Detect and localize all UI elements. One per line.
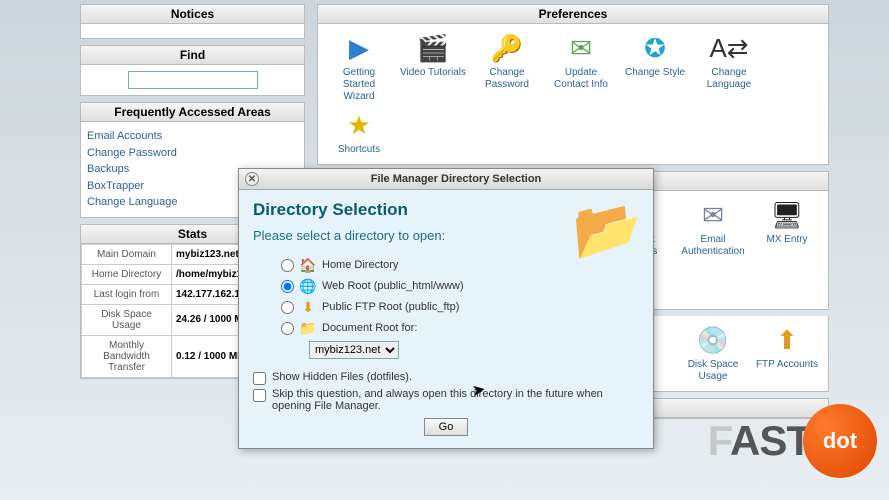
brand-logo: FAST dot	[708, 404, 877, 478]
change-language-label: Change Language	[696, 67, 762, 91]
video-tutorials-icon: 🎬	[417, 32, 449, 64]
radio-webroot[interactable]	[281, 280, 294, 293]
notices-header: Notices	[81, 5, 304, 24]
radio-ftproot[interactable]	[281, 301, 294, 314]
stats-label: Monthly Bandwidth Transfer	[82, 335, 172, 377]
stats-label: Disk Space Usage	[82, 304, 172, 335]
mx-entry[interactable]: 🖥 MX Entry	[752, 197, 822, 303]
change-language-icon: A⇄	[713, 32, 745, 64]
radio-home[interactable]	[281, 259, 294, 272]
disk-space-icon: 💿	[697, 324, 729, 356]
video-tutorials-label: Video Tutorials	[400, 67, 466, 79]
folder-small-icon: 📁	[300, 320, 316, 336]
update-contact-icon: ✉	[565, 32, 597, 64]
video-tutorials[interactable]: 🎬 Video Tutorials	[398, 30, 468, 105]
stats-label: Main Domain	[82, 244, 172, 264]
change-password-label: Change Password	[474, 67, 540, 91]
faa-link-0[interactable]: Email Accounts	[87, 128, 298, 145]
getting-started-icon: ▶	[343, 32, 375, 64]
go-button[interactable]: Go	[424, 418, 469, 436]
faa-link-1[interactable]: Change Password	[87, 145, 298, 162]
shortcuts-icon: ★	[343, 109, 375, 141]
home-icon: 🏠	[300, 257, 316, 273]
change-password-icon: 🔑	[491, 32, 523, 64]
stats-label: Home Directory	[82, 264, 172, 284]
ftp-icon: ⬇	[300, 299, 316, 315]
find-panel: Find	[80, 45, 305, 96]
globe-icon: 🌐	[300, 278, 316, 294]
email-auth-icon: ✉	[697, 199, 729, 231]
mx-entry-icon: 🖥	[771, 199, 803, 231]
shortcuts-label: Shortcuts	[326, 144, 392, 156]
change-language[interactable]: A⇄ Change Language	[694, 30, 764, 105]
notices-panel: Notices	[80, 4, 305, 39]
faa-header: Frequently Accessed Areas	[81, 103, 304, 122]
prefs-panel: Preferences ▶Getting Started Wizard 🎬 Vide…	[317, 4, 829, 165]
update-contact-label: Update Contact Info	[548, 67, 614, 91]
opt-home-label: Home Directory	[322, 259, 398, 271]
show-hidden-label: Show Hidden Files (dotfiles).	[272, 371, 412, 383]
prefs-header: Preferences	[318, 5, 828, 24]
getting-started-label: Getting Started Wizard	[326, 67, 392, 103]
opt-ftproot-label: Public FTP Root (public_ftp)	[322, 301, 459, 313]
disk-space[interactable]: 💿 Disk Space Usage	[678, 322, 748, 385]
mx-entry-label: MX Entry	[754, 234, 820, 246]
skip-question-checkbox[interactable]	[253, 389, 266, 402]
email-auth-label: Email Authentication	[680, 234, 746, 258]
skip-question-label: Skip this question, and always open this…	[272, 388, 639, 412]
change-style-icon: ✪	[639, 32, 671, 64]
find-header: Find	[81, 46, 304, 65]
ftp-accounts-icon: ⬆	[771, 324, 803, 356]
docroot-select[interactable]: mybiz123.net	[309, 341, 399, 359]
stats-label: Last login from	[82, 284, 172, 304]
opt-docroot-label: Document Root for:	[322, 322, 417, 334]
radio-docroot[interactable]	[281, 322, 294, 335]
find-input[interactable]	[128, 71, 258, 89]
change-style[interactable]: ✪ Change Style	[620, 30, 690, 105]
email-auth[interactable]: ✉ Email Authentication	[678, 197, 748, 303]
ftp-accounts[interactable]: ⬆ FTP Accounts	[752, 322, 822, 385]
modal-title: File Manager Directory Selection	[265, 173, 647, 185]
getting-started[interactable]: ▶Getting Started Wizard	[324, 30, 394, 105]
show-hidden-checkbox[interactable]	[253, 372, 266, 385]
change-style-label: Change Style	[622, 67, 688, 79]
update-contact[interactable]: ✉ Update Contact Info	[546, 30, 616, 105]
change-password[interactable]: 🔑 Change Password	[472, 30, 542, 105]
close-icon[interactable]: ✕	[245, 172, 259, 186]
shortcuts[interactable]: ★ Shortcuts	[324, 107, 394, 158]
disk-space-label: Disk Space Usage	[680, 359, 746, 383]
opt-webroot-label: Web Root (public_html/www)	[322, 280, 464, 292]
ftp-accounts-label: FTP Accounts	[754, 359, 820, 371]
directory-selection-modal: ✕ File Manager Directory Selection 📂 Dir…	[238, 168, 654, 449]
folder-icon: 📂	[571, 193, 646, 265]
